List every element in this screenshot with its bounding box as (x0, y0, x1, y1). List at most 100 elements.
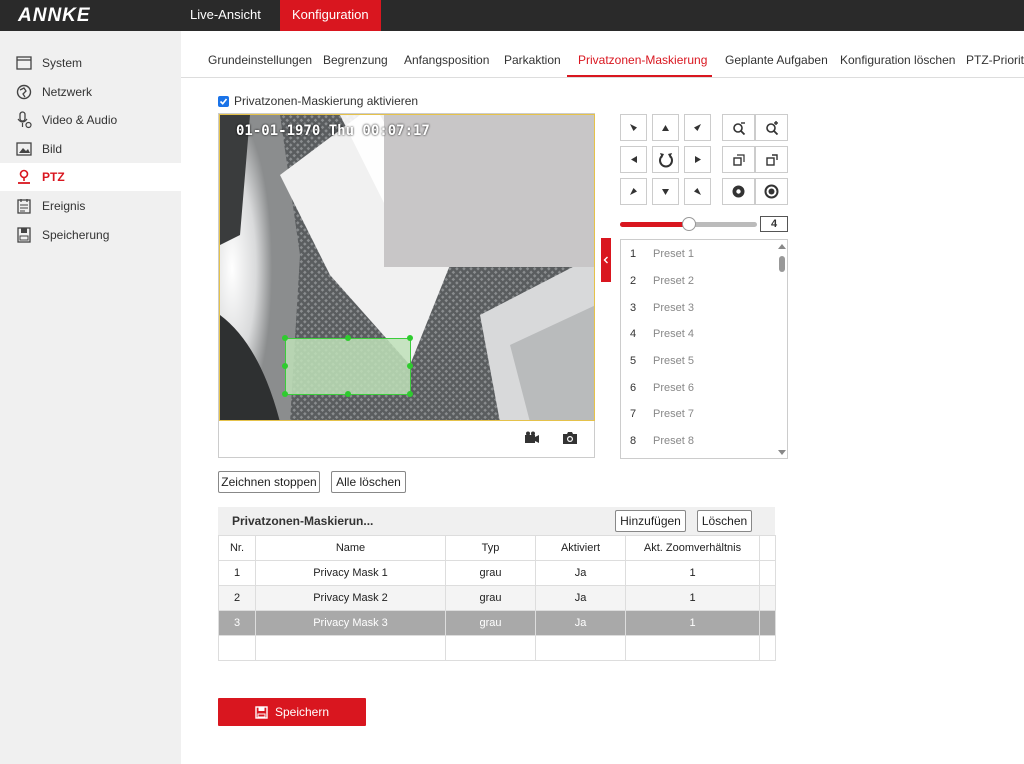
tab-ptz-priority[interactable]: PTZ-Priorität (966, 53, 1024, 67)
nav-configuration[interactable]: Konfiguration (280, 0, 381, 31)
ptz-up-left-button[interactable] (620, 114, 647, 141)
delete-mask-button[interactable]: Löschen (697, 510, 752, 532)
table-row-selected[interactable]: 3 Privacy Mask 3 grau Ja 1 (218, 610, 776, 636)
slider-handle[interactable] (681, 217, 696, 231)
record-icon[interactable] (524, 431, 540, 448)
network-icon (15, 83, 33, 101)
iris-close-button[interactable] (722, 178, 755, 205)
preset-scrollbar[interactable] (776, 240, 787, 458)
tab-basic-settings[interactable]: Grundeinstellungen (208, 53, 312, 67)
preset-number: 8 (630, 434, 637, 447)
enable-privacy-mask-checkbox[interactable] (218, 95, 229, 107)
sidebar-item-label: Video & Audio (42, 113, 118, 127)
list-item[interactable]: 5 Preset 5 (621, 347, 776, 374)
sidebar-item-system[interactable]: System (0, 49, 181, 77)
cell-spacer (759, 610, 776, 636)
scroll-thumb[interactable] (779, 256, 785, 272)
cell-name: Privacy Mask 1 (255, 560, 446, 586)
mask-table-header: Privatzonen-Maskierun... Hinzufügen Lösc… (218, 507, 775, 535)
scroll-down-icon[interactable] (778, 450, 786, 455)
tab-clear-config[interactable]: Konfiguration löschen (840, 53, 955, 67)
nav-live-view[interactable]: Live-Ansicht (178, 0, 273, 31)
resize-handle[interactable] (407, 391, 413, 397)
sidebar-item-image[interactable]: Bild (0, 135, 181, 163)
ptz-left-button[interactable] (620, 146, 647, 173)
ptz-auto-rotate-button[interactable] (652, 146, 679, 173)
table-row[interactable]: 2 Privacy Mask 2 grau Ja 1 (218, 585, 776, 611)
sidebar-item-video-audio[interactable]: Video & Audio (0, 106, 181, 134)
list-item[interactable]: 2 Preset 2 (621, 267, 776, 294)
zoom-out-icon (732, 121, 745, 135)
ptz-down-right-button[interactable] (684, 178, 711, 205)
tab-park-action[interactable]: Parkaktion (504, 53, 561, 67)
focus-near-button[interactable] (722, 146, 755, 173)
ptz-right-button[interactable] (684, 146, 711, 173)
save-button[interactable]: Speichern (218, 698, 366, 726)
resize-handle[interactable] (407, 335, 413, 341)
resize-handle[interactable] (407, 363, 413, 369)
tab-privacy-mask[interactable]: Privatzonen-Maskierung (578, 53, 707, 67)
scroll-up-icon[interactable] (778, 244, 786, 249)
add-mask-button[interactable]: Hinzufügen (615, 510, 686, 532)
sidebar-item-storage[interactable]: Speicherung (0, 221, 181, 249)
table-row[interactable]: 1 Privacy Mask 1 grau Ja 1 (218, 560, 776, 586)
list-item[interactable]: 1 Preset 1 (621, 240, 776, 267)
sidebar-item-network[interactable]: Netzwerk (0, 78, 181, 106)
sidebar-item-ptz[interactable]: PTZ (0, 163, 181, 191)
enable-privacy-mask-row[interactable]: Privatzonen-Maskierung aktivieren (218, 94, 418, 108)
tab-bar: Grundeinstellungen Begrenzung Anfangspos… (181, 31, 1024, 78)
preset-number: 7 (630, 407, 637, 420)
resize-handle[interactable] (345, 335, 351, 341)
privacy-mask-drawing[interactable] (282, 335, 413, 397)
cell-type: grau (445, 585, 536, 611)
collapse-ptz-panel-button[interactable] (601, 238, 611, 282)
floppy-disk-icon (255, 705, 268, 719)
system-icon (15, 54, 33, 72)
cell-empty (255, 635, 446, 661)
tab-limit[interactable]: Begrenzung (323, 53, 388, 67)
preset-number: 4 (630, 327, 637, 340)
image-icon (15, 140, 33, 158)
storage-icon (15, 226, 33, 244)
list-item[interactable]: 6 Preset 6 (621, 374, 776, 401)
resize-handle[interactable] (282, 335, 288, 341)
zoom-out-button[interactable] (722, 114, 755, 141)
resize-handle[interactable] (282, 391, 288, 397)
preset-name: Preset 5 (653, 354, 694, 367)
ptz-speed-slider[interactable] (620, 217, 757, 231)
arrow-down-icon (662, 188, 669, 195)
column-header-zoom: Akt. Zoomverhältnis (625, 535, 760, 561)
list-item[interactable]: 3 Preset 3 (621, 294, 776, 321)
zoom-in-icon (765, 120, 778, 135)
list-item[interactable]: 4 Preset 4 (621, 320, 776, 347)
iris-open-button[interactable] (755, 178, 788, 205)
tab-scheduled-tasks[interactable]: Geplante Aufgaben (725, 53, 828, 67)
active-tab-indicator (567, 75, 712, 77)
cell-empty (759, 635, 776, 661)
resize-handle[interactable] (345, 391, 351, 397)
cell-type: grau (445, 560, 536, 586)
mask-table-title: Privatzonen-Maskierun... (232, 514, 374, 528)
cell-zoom: 1 (625, 560, 760, 586)
ptz-speed-value: 4 (760, 216, 788, 232)
list-item[interactable]: 7 Preset 7 (621, 400, 776, 427)
cell-enabled: Ja (535, 610, 626, 636)
ptz-down-button[interactable] (652, 178, 679, 205)
live-video[interactable]: 01-01-1970 Thu 00:07:17 (219, 114, 595, 421)
cell-number: 1 (218, 560, 256, 586)
focus-far-button[interactable] (755, 146, 788, 173)
sidebar-item-event[interactable]: Ereignis (0, 192, 181, 220)
iris-open-icon (764, 184, 779, 199)
column-header-enabled: Aktiviert (535, 535, 626, 561)
zoom-in-button[interactable] (755, 114, 788, 141)
list-item[interactable]: 8 Preset 8 (621, 427, 776, 454)
clear-all-button[interactable]: Alle löschen (331, 471, 406, 493)
focus-near-icon (732, 153, 745, 166)
ptz-down-left-button[interactable] (620, 178, 647, 205)
resize-handle[interactable] (282, 363, 288, 369)
ptz-up-right-button[interactable] (684, 114, 711, 141)
stop-drawing-button[interactable]: Zeichnen stoppen (218, 471, 320, 493)
camera-snapshot-icon[interactable] (562, 431, 578, 448)
tab-initial-position[interactable]: Anfangsposition (404, 53, 489, 67)
ptz-up-button[interactable] (652, 114, 679, 141)
